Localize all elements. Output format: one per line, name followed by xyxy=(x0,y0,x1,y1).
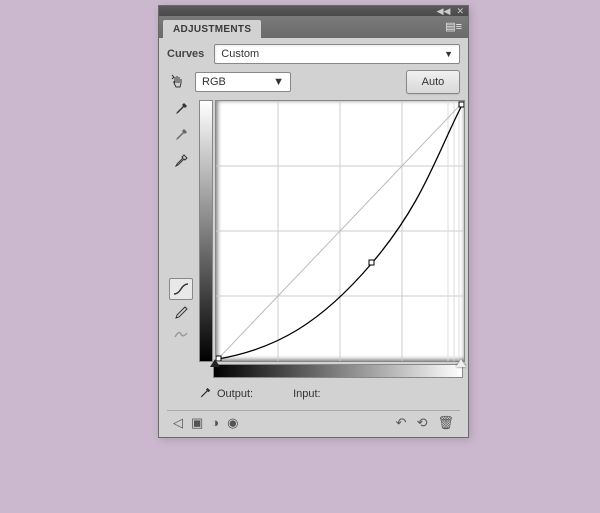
curve-canvas[interactable] xyxy=(215,100,465,362)
control-point-highlight xyxy=(459,102,464,107)
output-gradient xyxy=(199,100,213,362)
panel-menu-icon[interactable]: ▤≡ xyxy=(445,20,462,33)
curve-chart xyxy=(199,100,465,378)
eyedropper-gray-icon[interactable] xyxy=(170,126,192,146)
chevron-down-icon: ▼ xyxy=(444,49,453,59)
collapse-icon[interactable]: ◀◀ xyxy=(437,7,451,16)
reset-icon[interactable]: ⟲ xyxy=(417,415,428,431)
back-icon[interactable]: ◁ xyxy=(173,415,183,431)
smooth-curve-icon[interactable] xyxy=(170,324,192,344)
clip-icon[interactable]: ◑ xyxy=(211,415,219,431)
previous-state-icon[interactable]: ↶ xyxy=(396,415,407,431)
curves-label: Curves xyxy=(167,48,204,60)
preset-dropdown[interactable]: Custom ▼ xyxy=(214,44,460,64)
adjustments-panel: ◀◀ ✕ ADJUSTMENTS ▤≡ Curves Custom ▼ RGB … xyxy=(158,5,469,438)
curve-edit-mode-icon[interactable] xyxy=(169,278,193,300)
input-label: Input: xyxy=(293,388,321,400)
close-panel-icon[interactable]: ✕ xyxy=(456,7,464,16)
preset-row: Curves Custom ▼ xyxy=(167,44,460,64)
input-gradient xyxy=(213,364,463,378)
control-point-mid xyxy=(369,260,374,265)
chevron-down-icon: ▼ xyxy=(273,76,284,88)
eyedropper-readout-icon xyxy=(197,386,213,402)
panel-tabs: ADJUSTMENTS ▤≡ xyxy=(159,16,468,38)
visibility-icon[interactable]: ◉ xyxy=(227,415,238,431)
hand-adjust-icon[interactable] xyxy=(167,72,189,92)
output-label: Output: xyxy=(217,388,253,400)
pencil-mode-icon[interactable] xyxy=(170,302,192,322)
panel-footer: ◁ ▣ ◑ ◉ ↶ ⟲ 🗑 xyxy=(167,410,460,433)
channel-value: RGB xyxy=(202,76,226,88)
channel-dropdown[interactable]: RGB ▼ xyxy=(195,72,291,92)
auto-button[interactable]: Auto xyxy=(406,70,460,94)
curve-svg xyxy=(216,101,464,361)
white-point-slider[interactable] xyxy=(456,359,466,367)
sampler-tools xyxy=(167,100,195,378)
expand-view-icon[interactable]: ▣ xyxy=(191,415,203,431)
trash-icon[interactable]: 🗑 xyxy=(437,415,454,431)
black-point-slider[interactable] xyxy=(210,359,220,367)
panel-top-controls: ◀◀ ✕ xyxy=(159,6,468,16)
eyedropper-black-icon[interactable] xyxy=(170,100,192,120)
input-output-readout: Output: Input: xyxy=(167,386,460,402)
preset-value: Custom xyxy=(221,48,259,60)
tab-adjustments[interactable]: ADJUSTMENTS xyxy=(163,20,261,38)
eyedropper-white-icon[interactable] xyxy=(170,152,192,172)
